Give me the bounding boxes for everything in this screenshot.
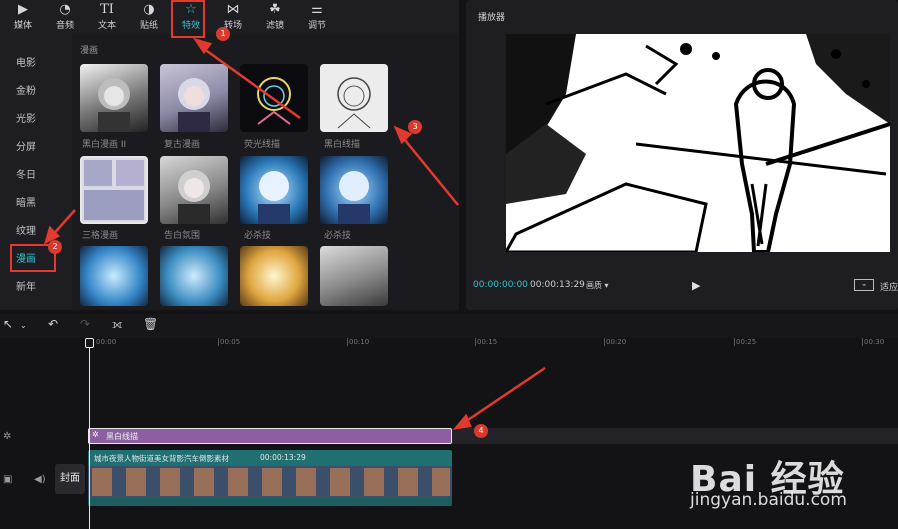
annotation-number: 1 — [216, 27, 230, 41]
annotation-number: 2 — [48, 240, 62, 254]
annotation-number: 3 — [408, 120, 422, 134]
video-editor-app: ▶ 媒体 ◔ 音频 TI 文本 ◑ 贴纸 ☆ 特效 ⋈ 转场 ☘ 滤镜 ⚌ 调节 — [0, 0, 898, 529]
annotation-number: 4 — [474, 424, 488, 438]
watermark-url: jingyan.baidu.com — [690, 490, 847, 510]
